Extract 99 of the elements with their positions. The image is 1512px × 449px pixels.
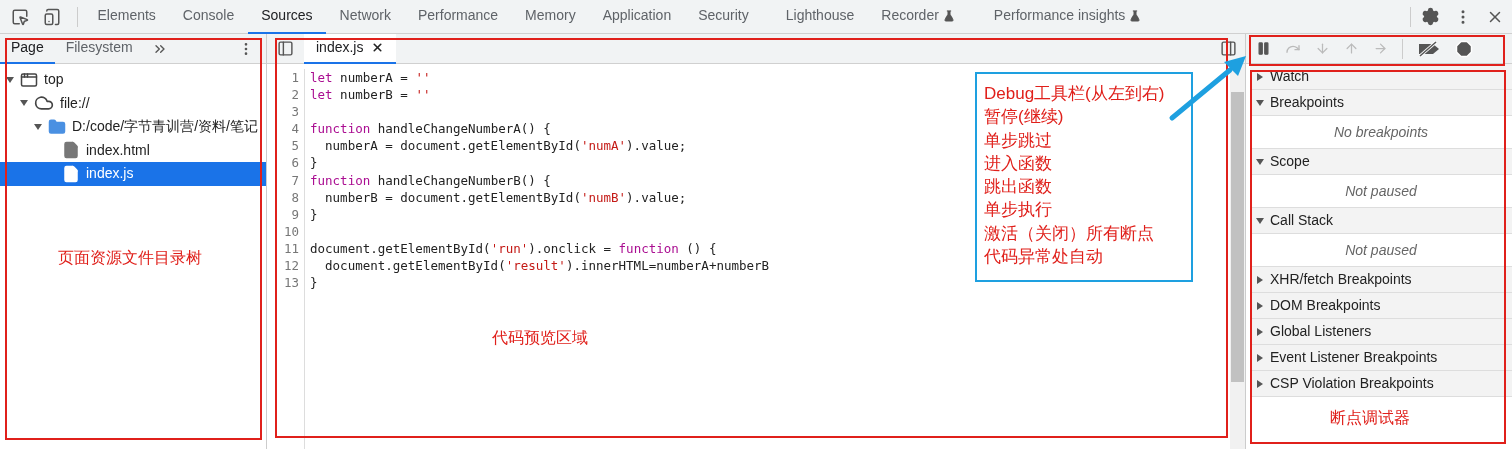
panel-tab[interactable]: Network (326, 0, 405, 34)
expanded-triangle-icon[interactable] (1256, 98, 1264, 107)
empty-message: No breakpoints (1333, 122, 1429, 142)
panel-tab[interactable]: Security (684, 0, 763, 34)
section-header[interactable]: Breakpoints (1250, 90, 1512, 116)
line-number: 12 (282, 257, 299, 275)
code-line: } (310, 206, 318, 222)
callout-text: Debug工具栏(从左到右) (984, 83, 1166, 105)
collapsed-triangle-icon[interactable] (1256, 275, 1264, 284)
flask-icon (1129, 9, 1142, 22)
line-number: 1 (290, 69, 299, 87)
callout-text: 代码异常处自动 (984, 246, 1104, 269)
section-title: DOM Breakpoints (1270, 296, 1381, 315)
line-number: 9 (290, 205, 299, 223)
callout-text: 单步执行 (984, 199, 1053, 222)
callout-text: 单步跳过 (984, 129, 1053, 152)
tree-item[interactable]: index.html (0, 138, 266, 162)
pause-exceptions-button[interactable] (1455, 39, 1473, 58)
section-title: Breakpoints (1270, 93, 1344, 112)
code-line: let numberA = '' (310, 70, 431, 85)
annotation-label: 代码预览区域 (492, 328, 588, 348)
panel-tab[interactable]: Recorder (867, 0, 969, 34)
line-number: 8 (290, 188, 299, 206)
line-number: 5 (290, 137, 299, 155)
section-title: Scope (1270, 152, 1310, 171)
code-line: document.getElementById('run').onclick = function () { (310, 240, 717, 256)
scrollbar-thumb[interactable] (1231, 92, 1244, 382)
panel-tab[interactable]: Lighthouse (772, 0, 868, 34)
collapsed-triangle-icon[interactable] (1256, 301, 1264, 310)
navigator-tab[interactable]: Filesystem (54, 33, 144, 64)
settings-icon[interactable] (1421, 7, 1440, 26)
panel-tab[interactable]: Elements (84, 0, 170, 34)
section-title: Call Stack (1270, 211, 1334, 230)
empty-message: Not paused (1345, 240, 1417, 260)
panel-tab[interactable]: Console (169, 0, 248, 34)
panel-tab[interactable]: Performance (404, 0, 512, 34)
expanded-triangle-icon[interactable] (6, 75, 14, 84)
code-line: numberB = document.getElementById('numB').value; (324, 189, 687, 205)
line-number: 4 (290, 120, 299, 138)
collapsed-triangle-icon[interactable] (1256, 353, 1264, 362)
collapsed-triangle-icon[interactable] (1256, 327, 1264, 336)
section-title: Event Listener Breakpoints (1270, 348, 1438, 367)
section-header[interactable]: Global Listeners (1250, 319, 1512, 345)
code-line: function handleChangeNumberB() { (310, 172, 551, 188)
section-header[interactable]: Event Listener Breakpoints (1250, 345, 1512, 371)
section-title: Watch (1270, 67, 1310, 86)
callout-text: 跳出函数 (984, 176, 1053, 199)
line-number: 6 (290, 154, 299, 172)
expanded-triangle-icon[interactable] (1256, 216, 1264, 225)
section-header[interactable]: XHR/fetch Breakpoints (1250, 267, 1512, 293)
panel-tab[interactable]: Memory (511, 0, 590, 34)
callout-text: 进入函数 (984, 152, 1053, 175)
annotation-label: 页面资源文件目录树 (58, 248, 202, 268)
callout-text: 激活（关闭）所有断点 (984, 222, 1155, 245)
section-header[interactable]: CSP Violation Breakpoints (1250, 371, 1512, 397)
section-header[interactable]: DOM Breakpoints (1250, 293, 1512, 319)
collapsed-triangle-icon[interactable] (1256, 72, 1264, 81)
deactivate-button[interactable] (1417, 40, 1441, 57)
section-title: Global Listeners (1270, 322, 1372, 341)
section-title: CSP Violation Breakpoints (1270, 374, 1434, 393)
expanded-triangle-icon[interactable] (34, 122, 42, 131)
line-number: 11 (282, 239, 299, 258)
expanded-triangle-icon[interactable] (20, 99, 28, 108)
tree-item[interactable]: D:/code/字节青训营/资料/笔记 (0, 115, 266, 139)
code-line: function handleChangeNumberA() { (310, 121, 551, 137)
device-icon[interactable] (43, 7, 61, 26)
expanded-triangle-icon[interactable] (1256, 157, 1264, 166)
folder-icon (48, 117, 66, 136)
line-number: 3 (290, 103, 299, 121)
code-line: let numberB = '' (310, 87, 431, 103)
section-header[interactable]: Scope (1250, 149, 1512, 175)
code-line: numberA = document.getElementById('numA').value; (324, 138, 687, 154)
toggle-navigator-icon[interactable] (277, 40, 294, 57)
tree-item[interactable]: index.js (0, 162, 266, 186)
code-line: } (310, 155, 318, 171)
file-icon (62, 164, 80, 183)
toggle-debugger-icon[interactable] (1220, 40, 1237, 57)
code-line: } (310, 275, 318, 291)
file-icon (62, 141, 80, 160)
section-header[interactable]: Call Stack (1250, 208, 1512, 234)
line-number: 7 (290, 171, 299, 189)
section-title: XHR/fetch Breakpoints (1270, 270, 1412, 289)
pause-button[interactable] (1256, 41, 1271, 56)
line-number: 13 (282, 274, 299, 292)
line-number: 2 (290, 86, 299, 104)
window-icon (20, 70, 38, 89)
line-number: 10 (282, 222, 299, 240)
panel-tab[interactable]: Application (589, 0, 685, 34)
callout-text: 暂停(继续) (984, 106, 1065, 129)
flask-icon (942, 9, 955, 22)
collapsed-triangle-icon[interactable] (1256, 379, 1264, 388)
empty-message: Not paused (1345, 181, 1417, 201)
tree-item[interactable]: top (0, 68, 266, 92)
panel-tab[interactable]: Performance insights (980, 0, 1155, 34)
inspect-icon[interactable] (11, 7, 29, 26)
code-line: document.getElementById('result').innerHTML=numberA+numberB (324, 258, 770, 274)
tree-item[interactable]: file:// (0, 91, 266, 115)
annotation-label: 断点调试器 (1330, 408, 1410, 428)
navigator-tab[interactable]: Page (0, 33, 55, 64)
